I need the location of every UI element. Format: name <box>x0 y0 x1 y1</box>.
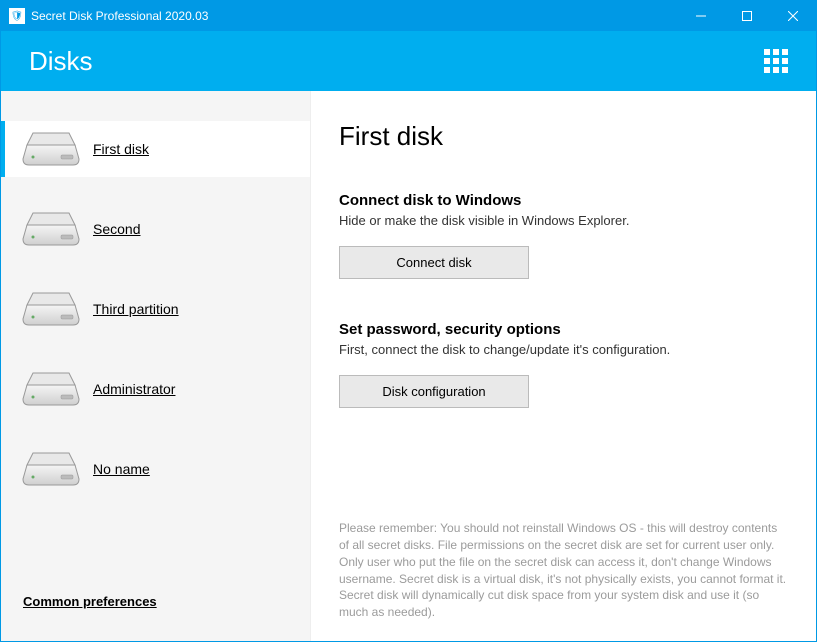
sidebar-disk-item[interactable]: First disk <box>1 121 310 177</box>
security-section: Set password, security options First, co… <box>339 321 788 408</box>
content: First disk Second Third partition <box>1 91 816 641</box>
window-title: Secret Disk Professional 2020.03 <box>31 9 208 23</box>
connect-disk-button[interactable]: Connect disk <box>339 246 529 279</box>
maximize-icon <box>742 11 752 21</box>
disk-label: No name <box>93 461 150 477</box>
sidebar-disk-item[interactable]: Second <box>1 201 310 257</box>
titlebar: 🛡 Secret Disk Professional 2020.03 <box>1 1 816 31</box>
disk-label: Administrator <box>93 381 175 397</box>
close-icon <box>788 11 798 21</box>
main-panel: First disk Connect disk to Windows Hide … <box>311 91 816 641</box>
disk-heading: First disk <box>339 121 788 152</box>
close-button[interactable] <box>770 1 816 31</box>
sidebar-disk-item[interactable]: Administrator <box>1 361 310 417</box>
disk-icon <box>21 211 81 247</box>
sidebar-disk-item[interactable]: No name <box>1 441 310 497</box>
disk-label: First disk <box>93 141 149 157</box>
disclaimer-text: Please remember: You should not reinstal… <box>339 520 788 621</box>
disk-icon <box>21 291 81 327</box>
page-title: Disks <box>29 46 764 77</box>
disk-label: Third partition <box>93 301 179 317</box>
minimize-button[interactable] <box>678 1 724 31</box>
maximize-button[interactable] <box>724 1 770 31</box>
header: Disks <box>1 31 816 91</box>
connect-section-title: Connect disk to Windows <box>339 192 788 209</box>
common-preferences-link[interactable]: Common preferences <box>23 594 157 609</box>
sidebar: First disk Second Third partition <box>1 91 311 641</box>
connect-section-desc: Hide or make the disk visible in Windows… <box>339 213 788 228</box>
disk-icon <box>21 131 81 167</box>
security-section-desc: First, connect the disk to change/update… <box>339 342 788 357</box>
disk-icon <box>21 451 81 487</box>
disk-configuration-button[interactable]: Disk configuration <box>339 375 529 408</box>
disk-icon <box>21 371 81 407</box>
sidebar-disk-item[interactable]: Third partition <box>1 281 310 337</box>
minimize-icon <box>696 11 706 21</box>
disk-label: Second <box>93 221 140 237</box>
app-icon: 🛡 <box>9 8 25 24</box>
menu-grid-button[interactable] <box>764 49 788 73</box>
connect-section: Connect disk to Windows Hide or make the… <box>339 192 788 279</box>
security-section-title: Set password, security options <box>339 321 788 338</box>
